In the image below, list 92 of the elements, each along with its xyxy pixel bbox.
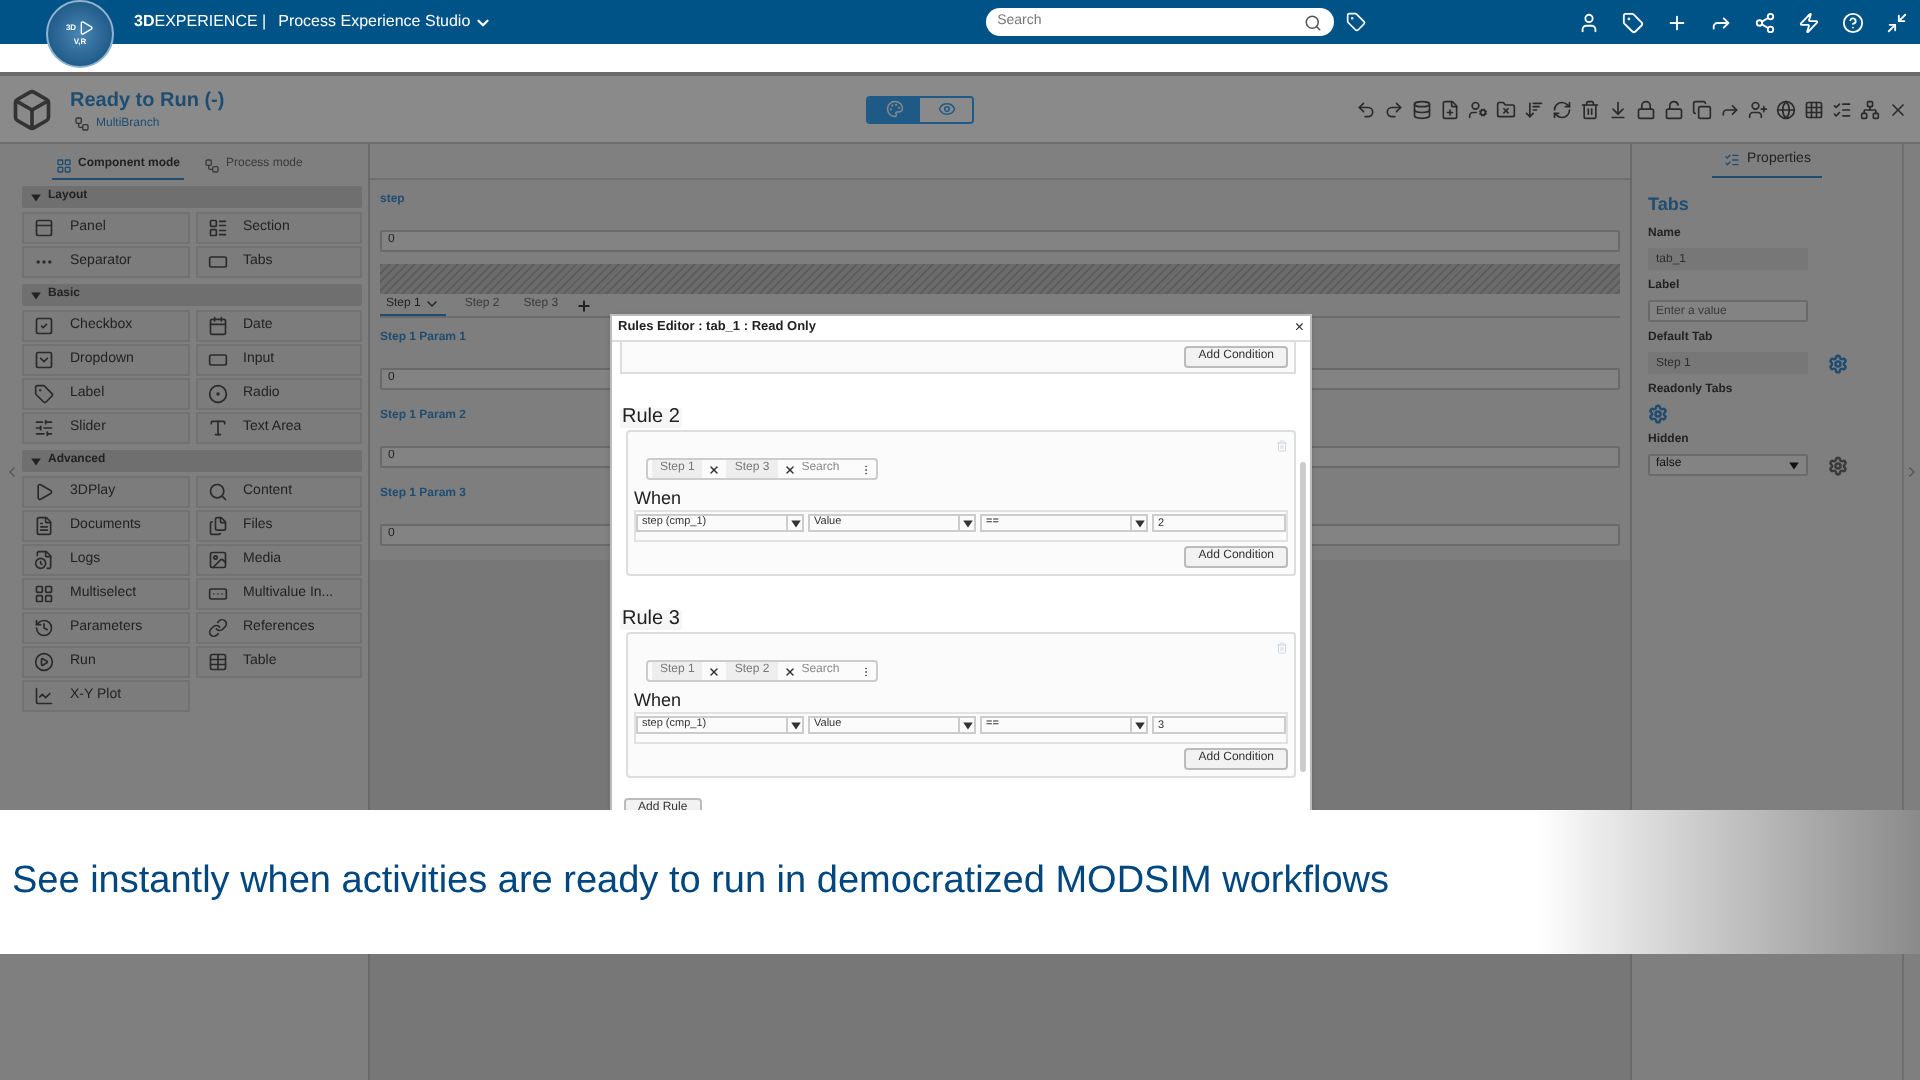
list-icon: [1723, 152, 1740, 169]
caret-icon: [1133, 517, 1145, 529]
remove-icon[interactable]: [783, 665, 796, 677]
eye-icon: [937, 100, 956, 118]
trash-icon[interactable]: [1580, 99, 1600, 119]
calendar-icon: [207, 316, 227, 336]
database-icon[interactable]: [1412, 99, 1432, 119]
tag-icon: [34, 384, 54, 404]
caption-text: See instantly when activities are ready to run in democratized MODSIM workflows: [12, 857, 1389, 906]
grid-icon[interactable]: [1804, 99, 1824, 119]
globe-icon[interactable]: [1776, 99, 1796, 119]
lock-icon[interactable]: [1636, 99, 1656, 119]
chevron-down-icon: [424, 296, 441, 312]
user-icon[interactable]: [1578, 11, 1601, 33]
history-icon: [34, 618, 54, 638]
radio-icon: [207, 384, 227, 404]
remove-icon[interactable]: [708, 665, 721, 677]
close-button[interactable]: ×: [1294, 320, 1304, 336]
share-arrow-icon[interactable]: [1710, 11, 1733, 33]
section-icon: [207, 218, 227, 238]
app-menu[interactable]: Process Experience Studio: [278, 10, 493, 34]
document-icon: [34, 516, 54, 536]
when-label: When: [634, 490, 684, 508]
add-tab-icon[interactable]: [576, 297, 593, 313]
input-dots-icon: [207, 584, 227, 604]
remove-icon[interactable]: [708, 463, 721, 475]
sort-icon[interactable]: [1524, 99, 1544, 119]
undo-icon[interactable]: [1356, 99, 1376, 119]
caret-icon: [961, 719, 973, 731]
link-icon: [207, 618, 227, 638]
settings-icon[interactable]: [1828, 455, 1848, 475]
search-icon[interactable]: [1303, 13, 1322, 31]
grid-icon: [56, 157, 72, 173]
caret-icon: [30, 289, 42, 301]
play-circle-icon: [34, 652, 54, 672]
share-arrow-icon[interactable]: [1720, 99, 1740, 119]
vertical-scrollbar[interactable]: [1300, 462, 1306, 772]
text-icon: [207, 418, 227, 438]
file-plus-icon[interactable]: [1440, 99, 1460, 119]
caret-icon: [789, 517, 801, 529]
slider-icon: [34, 418, 54, 438]
dropdown-icon: [34, 350, 54, 370]
workflow-icon: [74, 116, 90, 132]
rule-title: Rule 3: [620, 610, 682, 630]
search-icon: [207, 482, 227, 502]
folder-x-icon[interactable]: [1496, 99, 1516, 119]
files-icon: [207, 516, 227, 536]
refresh-icon[interactable]: [1552, 99, 1572, 119]
plus-icon[interactable]: [1666, 11, 1689, 33]
redo-icon[interactable]: [1384, 99, 1404, 119]
user-gear-icon[interactable]: [1468, 99, 1488, 119]
unlock-icon[interactable]: [1664, 99, 1684, 119]
remove-icon[interactable]: [783, 463, 796, 475]
panel-heading: Tabs: [1648, 191, 1691, 217]
caret-icon: [1133, 719, 1145, 731]
arrow-down-icon[interactable]: [1608, 99, 1628, 119]
rectangle-icon: [207, 252, 227, 272]
caret-icon: [789, 719, 801, 731]
grid-icon: [34, 584, 54, 604]
user-plus-icon[interactable]: [1748, 99, 1768, 119]
network-icon[interactable]: [1860, 99, 1880, 119]
play-icon: [34, 482, 54, 502]
log-file-icon: [34, 550, 54, 570]
close-icon[interactable]: [1888, 99, 1908, 119]
settings-icon[interactable]: [1648, 404, 1668, 424]
panel-icon: [34, 218, 54, 238]
share-nodes-icon[interactable]: [1754, 11, 1777, 33]
workflow-icon: [204, 157, 220, 173]
caret-icon: [1788, 459, 1800, 471]
line-chart-icon: [34, 686, 54, 706]
list-icon[interactable]: [1832, 99, 1852, 119]
minimize-icon[interactable]: [1886, 11, 1909, 33]
box-icon: [10, 87, 54, 131]
image-icon: [207, 550, 227, 570]
checkbox-icon: [34, 316, 54, 336]
caret-icon: [961, 517, 973, 529]
caret-icon: [30, 191, 42, 203]
table-icon: [207, 652, 227, 672]
app-title: Ready to Run (-): [70, 87, 225, 115]
caret-icon: [30, 455, 42, 467]
when-label: When: [634, 692, 684, 710]
help-icon[interactable]: [1842, 11, 1865, 33]
palette-icon: [885, 100, 904, 118]
play-icon: [78, 20, 95, 36]
brand-name: 3DEXPERIENCE |: [134, 10, 267, 34]
tag-icon[interactable]: [1345, 12, 1366, 32]
tag-icon[interactable]: [1622, 11, 1645, 33]
lightning-icon[interactable]: [1798, 11, 1821, 33]
copy-icon[interactable]: [1692, 99, 1712, 119]
rectangle-icon: [207, 350, 227, 370]
view-toggle-button[interactable]: [868, 97, 921, 121]
rule-title: Rule 2: [620, 408, 682, 428]
